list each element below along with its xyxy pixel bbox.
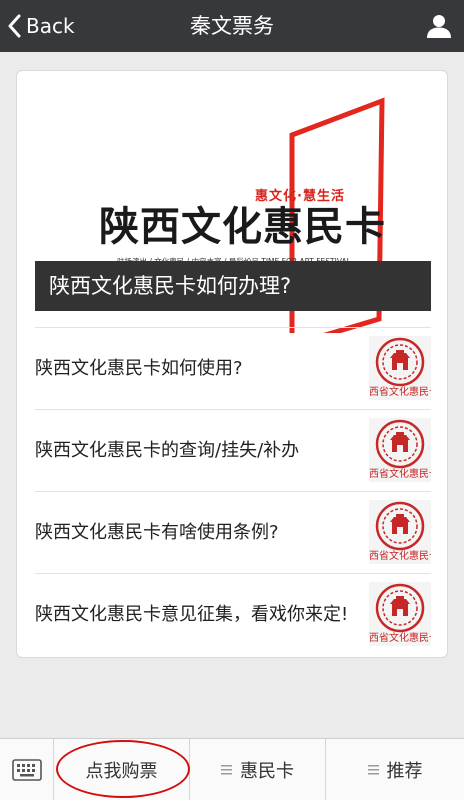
menu-label: 点我购票 xyxy=(85,761,158,782)
article-thumbnail: 西省文化惠民卡 xyxy=(369,336,431,400)
back-label: Back xyxy=(26,14,75,38)
navbar: Back 秦文票务 xyxy=(0,0,464,52)
banner-brand: 陕西文化惠民卡 xyxy=(99,204,386,250)
article-thumbnail: 西省文化惠民卡 xyxy=(369,418,431,482)
thumbnail-caption: 西省文化惠民卡 xyxy=(369,633,431,644)
article-title: 陕西文化惠民卡如何使用? xyxy=(35,358,243,379)
submenu-lines-icon xyxy=(221,765,232,775)
article-title: 陕西文化惠民卡意见征集，看戏你来定! xyxy=(35,604,349,625)
thumbnail-caption: 西省文化惠民卡 xyxy=(369,551,431,562)
user-icon[interactable] xyxy=(426,13,452,39)
menu-recommend[interactable]: 推荐 xyxy=(326,739,464,800)
keyboard-toggle-button[interactable] xyxy=(0,739,54,800)
article-item[interactable]: 陕西文化惠民卡如何使用? 西省文化惠民卡 xyxy=(35,327,431,409)
culture-card-logo-icon xyxy=(375,337,425,387)
article-thumbnail: 西省文化惠民卡 xyxy=(369,582,431,646)
submenu-lines-icon xyxy=(367,765,379,775)
banner-slogan: 惠文化·慧生活 xyxy=(255,189,345,204)
article-thumbnail: 西省文化惠民卡 xyxy=(369,500,431,564)
menu-label: 推荐 xyxy=(386,761,423,782)
chevron-left-icon xyxy=(8,14,21,38)
culture-card-logo-icon xyxy=(375,501,425,551)
thumbnail-caption: 西省文化惠民卡 xyxy=(369,387,431,398)
menu-buy-ticket[interactable]: 点我购票 xyxy=(54,739,190,800)
article-item[interactable]: 陕西文化惠民卡有啥使用条例? 西省文化惠民卡 xyxy=(35,491,431,573)
thumbnail-caption: 西省文化惠民卡 xyxy=(369,469,431,480)
menu-label: 惠民卡 xyxy=(240,761,294,782)
menu-benefit-card[interactable]: 惠民卡 xyxy=(190,739,326,800)
culture-card-logo-icon xyxy=(375,583,425,633)
culture-card-logo-icon xyxy=(375,419,425,469)
article-card: 惠文化·慧生活 陕西文化惠民卡 驻场演出 / 文化惠民 / 内容丰富 / 异彩纷… xyxy=(16,70,448,658)
keyboard-icon xyxy=(11,759,42,781)
back-button[interactable]: Back xyxy=(8,8,75,44)
article-item[interactable]: 陕西文化惠民卡意见征集，看戏你来定! 西省文化惠民卡 xyxy=(35,573,431,655)
article-item[interactable]: 陕西文化惠民卡的查询/挂失/补办 西省文化惠民卡 xyxy=(35,409,431,491)
article-title: 陕西文化惠民卡有啥使用条例? xyxy=(35,522,279,543)
bottom-menu: 点我购票 惠民卡 推荐 xyxy=(0,738,464,800)
article-title: 陕西文化惠民卡的查询/挂失/补办 xyxy=(35,440,300,461)
hero-caption[interactable]: 陕西文化惠民卡如何办理? xyxy=(35,261,431,311)
